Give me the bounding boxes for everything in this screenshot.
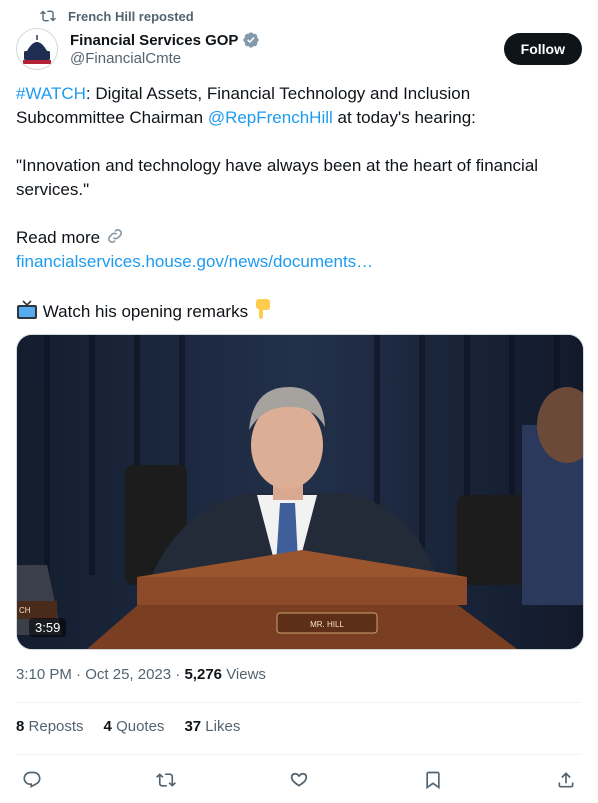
share-icon [558, 772, 574, 788]
tweet-text: #WATCH: Digital Assets, Financial Techno… [16, 82, 582, 324]
read-more-line: Read more [16, 226, 582, 250]
left-nameplate-text: CH [19, 606, 31, 615]
heart-icon [290, 772, 308, 787]
divider [16, 702, 582, 703]
video-duration: 3:59 [29, 618, 67, 637]
social-context-text: French Hill reposted [68, 8, 194, 24]
reply-button[interactable] [16, 766, 48, 794]
tweet-time[interactable]: 3:10 PM [16, 666, 72, 683]
engagement-stats: 8 Reposts 4 Quotes 37 Likes [16, 718, 240, 735]
verified-badge-icon [243, 32, 260, 48]
social-context[interactable]: French Hill reposted [40, 6, 194, 26]
tweet-meta: 3:10 PM · Oct 25, 2023 · 5,276 Views [16, 666, 266, 683]
bookmark-icon [425, 771, 440, 790]
repost-icon [40, 10, 56, 22]
hashtag-link[interactable]: #WATCH [16, 84, 86, 103]
views-count: 5,276 [184, 666, 223, 683]
tweet-quote: "Innovation and technology have always b… [16, 156, 539, 199]
external-link[interactable]: financialservices.house.gov/news/documen… [16, 252, 373, 271]
video-player[interactable]: MR. HILL CH 3:59 [16, 334, 584, 650]
retweet-button[interactable] [150, 766, 182, 794]
avatar[interactable] [16, 28, 58, 70]
link-icon [107, 229, 122, 243]
tweet-header: Financial Services GOP @FinancialCmte Fo… [16, 28, 582, 70]
capitol-logo [17, 29, 57, 69]
quotes-stat[interactable]: 4 Quotes [104, 718, 165, 735]
share-button[interactable] [550, 766, 582, 794]
nameplate-text: MR. HILL [310, 620, 344, 629]
views-label: Views [226, 666, 266, 683]
like-button[interactable] [283, 766, 315, 794]
pointing-down-emoji-icon [255, 299, 270, 319]
video-frame: MR. HILL CH [17, 335, 583, 649]
divider [16, 754, 582, 755]
author-names: Financial Services GOP @FinancialCmte [70, 31, 260, 67]
tweet-date[interactable]: Oct 25, 2023 [85, 666, 171, 683]
likes-stat[interactable]: 37 Likes [184, 718, 240, 735]
action-bar [16, 766, 582, 794]
mention-link[interactable]: @RepFrenchHill [208, 108, 333, 127]
bookmark-button[interactable] [417, 766, 449, 794]
watch-line: Watch his opening remarks [16, 298, 582, 324]
reposts-stat[interactable]: 8 Reposts [16, 718, 84, 735]
tweet-line-1: #WATCH: Digital Assets, Financial Techno… [16, 84, 471, 103]
author-handle[interactable]: @FinancialCmte [70, 50, 260, 67]
follow-button[interactable]: Follow [503, 33, 582, 65]
author-display-name[interactable]: Financial Services GOP [70, 31, 260, 49]
tweet-line-2: Subcommittee Chairman @RepFrenchHill at … [16, 108, 476, 127]
television-emoji-icon [17, 300, 37, 319]
reply-icon [23, 771, 41, 789]
retweet-icon [155, 773, 176, 787]
